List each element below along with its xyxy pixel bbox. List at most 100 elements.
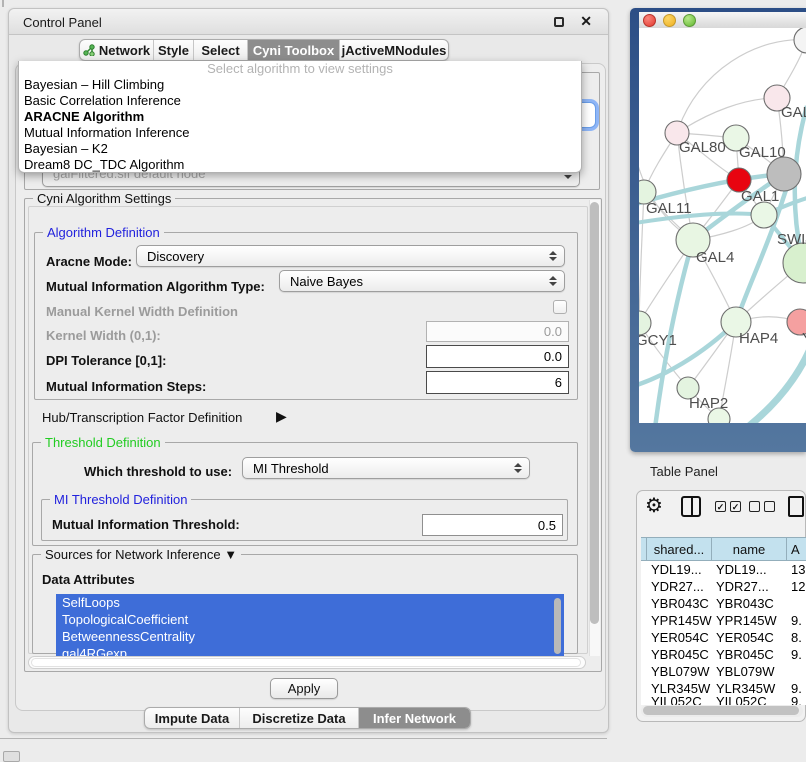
table-cell: 13 [787, 561, 806, 578]
tab-network[interactable]: Network [80, 40, 154, 60]
node-label: GAL1 [741, 188, 779, 205]
network-canvas[interactable]: GALGAL80GAL10GAL1GAL11GAL4SWI4GCY1HAP4YH… [639, 28, 806, 423]
dpi-tolerance-field[interactable]: 0.0 [426, 345, 569, 368]
threshold-definition-title: Threshold Definition [41, 435, 165, 450]
tab-jactivemnodules[interactable]: jActiveMNodules [340, 40, 448, 60]
table-row[interactable]: YLR345WYLR345W9. [641, 680, 806, 697]
network-view-titlebar [639, 12, 806, 28]
table-row[interactable]: YDL19...YDL19...13 [641, 561, 806, 578]
mi-threshold-label: Mutual Information Threshold: [52, 517, 240, 532]
node-label: GAL4 [696, 249, 734, 266]
tab-impute-data[interactable]: Impute Data [145, 708, 240, 728]
zoom-traffic-light-icon[interactable] [683, 14, 696, 27]
bottom-tab-bar: Impute DataDiscretize DataInfer Network [144, 707, 471, 729]
tab-infer-network[interactable]: Infer Network [359, 708, 470, 728]
settings-hscrollbar-thumb[interactable] [31, 658, 581, 667]
deselect-all-icon[interactable] [764, 501, 775, 512]
dropdown-item[interactable]: Dream8 DC_TDC Algorithm [19, 157, 581, 173]
close-traffic-light-icon[interactable] [643, 14, 656, 27]
minimize-traffic-light-icon[interactable] [663, 14, 676, 27]
panel-title: Control Panel [23, 15, 102, 30]
table-cell: 9. [787, 697, 806, 705]
network-edge[interactable] [677, 98, 777, 133]
table-row[interactable]: YPR145WYPR145W9. [641, 612, 806, 629]
mi-type-label: Mutual Information Algorithm Type: [46, 279, 265, 294]
table-cell: YPR145W [647, 612, 712, 629]
dropdown-item[interactable]: Mutual Information Inference [19, 125, 581, 141]
network-node[interactable] [767, 157, 801, 191]
network-edge[interactable] [639, 192, 644, 323]
mi-steps-label: Mutual Information Steps: [46, 379, 206, 394]
table-cell: YBL079W [712, 663, 787, 680]
deselect-all-icon[interactable] [749, 501, 760, 512]
table-row[interactable]: YER054CYER054C8. [641, 629, 806, 646]
sources-collapse-arrow-icon[interactable]: ▼ [224, 547, 237, 562]
table-hscrollbar-thumb[interactable] [643, 706, 799, 715]
table-cell: 12 [787, 578, 806, 595]
table-row[interactable]: YBR045CYBR045C9. [641, 646, 806, 663]
mi-threshold-value: 0.5 [538, 518, 556, 533]
table-row[interactable]: YIL052CYIL052C9. [641, 697, 806, 705]
gear-icon[interactable]: ⚙ [645, 493, 663, 518]
table-cell [787, 663, 806, 680]
tab-select[interactable]: Select [194, 40, 248, 60]
mi-type-combobox[interactable]: Naive Bayes [279, 270, 565, 292]
settings-hscrollbar-track[interactable] [28, 656, 586, 669]
table-row[interactable]: YBL079WYBL079W [641, 663, 806, 680]
dropdown-prompt: Select algorithm to view settings [19, 61, 581, 77]
which-threshold-label: Which threshold to use: [84, 464, 232, 479]
table-cell: YBR045C [712, 646, 787, 663]
close-icon[interactable]: ✕ [580, 13, 592, 30]
dropdown-item[interactable]: ARACNE Algorithm [19, 109, 581, 125]
table-row[interactable]: YBR043CYBR043C [641, 595, 806, 612]
column-header-name[interactable]: name [712, 537, 787, 561]
column-header-A[interactable]: A [787, 537, 806, 561]
table-panel-title: Table Panel [650, 464, 718, 479]
dropdown-item[interactable]: Bayesian – K2 [19, 141, 581, 157]
table-cell: YLR345W [647, 680, 712, 697]
tab-style[interactable]: Style [154, 40, 194, 60]
select-all-check-icon[interactable]: ✓ [715, 501, 726, 512]
network-edge-thick[interactable] [749, 342, 806, 423]
table-cell: YDR27... [712, 578, 787, 595]
dropdown-item[interactable]: Basic Correlation Inference [19, 93, 581, 109]
control-panel-window: Control Panel ✕ Network StyleSelect Cyni T… [8, 8, 609, 733]
attribute-list-item[interactable]: SelfLoops [56, 594, 564, 611]
hub-expand-arrow-icon[interactable]: ▶ [276, 408, 287, 425]
table-cell: 8. [787, 629, 806, 646]
columns-icon[interactable] [681, 496, 701, 517]
mi-steps-field[interactable]: 6 [426, 371, 569, 394]
tab-label: Cyni Toolbox [253, 43, 334, 58]
settings-vscrollbar-thumb[interactable] [590, 202, 599, 624]
aracne-mode-label: Aracne Mode: [46, 254, 132, 269]
attribute-list-item[interactable]: BetweennessCentrality [56, 628, 564, 645]
attribute-list-item[interactable]: TopologicalCoefficient [56, 611, 564, 628]
tab-label: Network [99, 43, 150, 58]
table-cell: 9. [787, 680, 806, 697]
mi-threshold-group-title: MI Threshold Definition [50, 492, 191, 507]
tab-discretize-data[interactable]: Discretize Data [240, 708, 359, 728]
network-node[interactable] [794, 28, 806, 53]
new-table-file-icon[interactable] [788, 496, 804, 517]
dpi-tolerance-value: 0.0 [544, 349, 562, 364]
data-attributes-list[interactable]: SelfLoopsTopologicalCoefficientBetweenne… [56, 594, 564, 664]
select-all-check-icon[interactable]: ✓ [730, 501, 741, 512]
table-hscrollbar-track[interactable] [641, 705, 803, 717]
manual-kernel-checkbox[interactable] [553, 300, 567, 314]
attributes-vscrollbar-thumb[interactable] [554, 598, 561, 654]
table-cell: YBL079W [647, 663, 712, 680]
column-header-shared[interactable]: shared... [647, 537, 712, 561]
apply-button[interactable]: Apply [270, 678, 338, 699]
float-window-icon[interactable] [554, 17, 564, 27]
tab-cyni-toolbox[interactable]: Cyni Toolbox [248, 40, 340, 60]
network-node[interactable] [751, 202, 777, 228]
mi-threshold-field[interactable]: 0.5 [422, 514, 563, 536]
node-label: HAP2 [689, 395, 728, 412]
aracne-mode-combobox[interactable]: Discovery [136, 245, 565, 267]
minimized-panel-icon[interactable] [3, 751, 20, 762]
which-threshold-combobox[interactable]: MI Threshold [242, 457, 530, 479]
table-cell: YPR145W [712, 612, 787, 629]
kernel-width-field[interactable]: 0.0 [426, 321, 569, 342]
table-row[interactable]: YDR27...YDR27...12 [641, 578, 806, 595]
dropdown-item[interactable]: Bayesian – Hill Climbing [19, 77, 581, 93]
